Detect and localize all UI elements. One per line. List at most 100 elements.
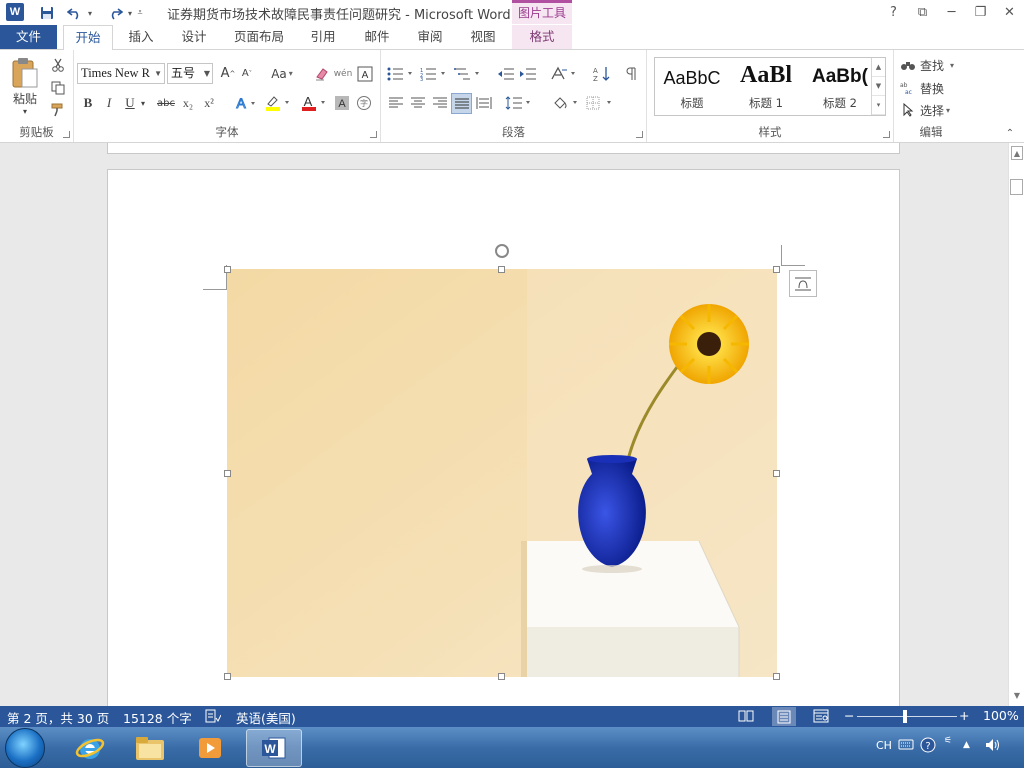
tab-references[interactable]: 引用 xyxy=(301,25,345,49)
shading-icon[interactable] xyxy=(551,93,581,113)
restore-button[interactable]: ❐ xyxy=(966,0,995,25)
close-button[interactable]: ✕ xyxy=(995,0,1024,25)
resize-handle-top[interactable] xyxy=(498,266,505,273)
numbering-icon[interactable]: 123 xyxy=(419,63,449,84)
file-explorer-icon[interactable] xyxy=(122,729,178,767)
paste-icon[interactable] xyxy=(8,56,42,90)
internet-explorer-icon[interactable] xyxy=(62,729,118,767)
align-center-icon[interactable] xyxy=(408,93,428,113)
tab-insert[interactable]: 插入 xyxy=(120,25,162,49)
resize-handle-right[interactable] xyxy=(773,470,780,477)
save-icon[interactable] xyxy=(38,2,56,24)
keyboard-tray-icon[interactable] xyxy=(898,738,914,753)
help-tray-icon[interactable]: ? xyxy=(920,737,936,756)
chinese-layout-icon[interactable] xyxy=(549,63,579,84)
zoom-out-button[interactable]: − xyxy=(844,708,854,723)
word-logo-icon[interactable]: W xyxy=(6,3,24,21)
enclose-characters-icon[interactable]: 字 xyxy=(354,93,374,113)
line-spacing-icon[interactable] xyxy=(504,93,534,113)
resize-handle-bottom[interactable] xyxy=(498,673,505,680)
resize-handle-bottom-right[interactable] xyxy=(773,673,780,680)
word-count[interactable]: 15128 个字 xyxy=(123,708,192,727)
show-paragraph-marks-icon[interactable] xyxy=(621,63,641,84)
character-shading-icon[interactable]: A xyxy=(332,93,352,113)
clear-formatting-icon[interactable] xyxy=(312,63,332,84)
scroll-down-icon[interactable]: ▼ xyxy=(1011,689,1023,703)
styles-dialog-launcher-icon[interactable] xyxy=(883,131,890,138)
format-painter-icon[interactable] xyxy=(48,101,68,119)
resize-handle-top-right[interactable] xyxy=(773,266,780,273)
replace-button[interactable]: ab ac 替换 xyxy=(900,79,966,97)
print-layout-icon[interactable] xyxy=(772,707,796,726)
increase-indent-icon[interactable] xyxy=(517,63,539,84)
collapse-ribbon-icon[interactable]: ⌃ xyxy=(1003,127,1017,139)
style-heading-1[interactable]: AaBl 标题 1 xyxy=(729,58,803,115)
ime-settings-tray-icon[interactable]: ⚟ xyxy=(944,736,952,746)
borders-icon[interactable] xyxy=(585,93,615,113)
cut-icon[interactable] xyxy=(48,56,68,74)
rotate-handle-icon[interactable] xyxy=(495,244,509,258)
customize-qat-icon[interactable]: ⩡ xyxy=(134,2,146,24)
copy-icon[interactable] xyxy=(48,79,68,97)
media-player-icon[interactable] xyxy=(182,729,238,767)
sort-icon[interactable]: AZ xyxy=(591,63,613,84)
redo-icon[interactable] xyxy=(106,2,124,24)
align-right-icon[interactable] xyxy=(430,93,450,113)
phonetic-guide-icon[interactable]: wén xyxy=(333,63,353,84)
start-button-icon[interactable] xyxy=(5,728,45,768)
clipboard-dialog-launcher-icon[interactable] xyxy=(63,131,70,138)
minimize-button[interactable]: ─ xyxy=(937,0,966,25)
distributed-icon[interactable] xyxy=(474,93,494,113)
font-size-combo[interactable]: 五号 ▼ xyxy=(167,63,213,84)
underline-button[interactable]: U xyxy=(121,93,139,113)
tab-review[interactable]: 审阅 xyxy=(408,25,452,49)
resize-handle-bottom-left[interactable] xyxy=(224,673,231,680)
tab-page-layout[interactable]: 页面布局 xyxy=(226,25,292,49)
font-dialog-launcher-icon[interactable] xyxy=(370,131,377,138)
web-layout-icon[interactable] xyxy=(813,709,829,726)
font-size-dropdown-icon[interactable]: ▼ xyxy=(204,64,210,83)
font-name-combo[interactable]: Times New R ▼ xyxy=(77,63,165,84)
undo-dropdown-icon[interactable]: ▾ xyxy=(86,2,94,24)
tab-mailings[interactable]: 邮件 xyxy=(355,25,399,49)
zoom-level[interactable]: 100% xyxy=(983,708,1019,723)
change-case-button[interactable]: Aa ▾ xyxy=(267,63,297,84)
language-indicator[interactable]: 英语(美国) xyxy=(236,708,296,727)
tab-file[interactable]: 文件 xyxy=(0,25,57,49)
selected-picture[interactable] xyxy=(227,269,777,677)
scroll-thumb[interactable] xyxy=(1010,179,1023,195)
align-left-icon[interactable] xyxy=(386,93,406,113)
volume-icon[interactable] xyxy=(984,738,1000,755)
underline-dropdown-icon[interactable]: ▾ xyxy=(139,93,147,113)
proofing-icon[interactable] xyxy=(205,709,222,726)
superscript-button[interactable]: x² xyxy=(200,93,218,113)
tab-view[interactable]: 视图 xyxy=(461,25,505,49)
word-taskbar-icon[interactable]: W xyxy=(246,729,302,767)
ribbon-display-options-button[interactable]: ⧉ xyxy=(908,0,937,25)
find-button[interactable]: 查找 ▾ xyxy=(900,56,966,74)
gallery-scroll-up-icon[interactable]: ▲ xyxy=(872,58,885,77)
paste-button-label[interactable]: 粘贴 xyxy=(8,90,42,106)
bold-button[interactable]: B xyxy=(79,93,97,113)
input-language-indicator[interactable]: CH xyxy=(876,739,892,752)
layout-options-icon[interactable] xyxy=(789,270,817,297)
tab-design[interactable]: 设计 xyxy=(172,25,216,49)
zoom-in-button[interactable]: + xyxy=(959,708,969,723)
character-border-icon[interactable]: A xyxy=(355,63,375,84)
text-highlight-icon[interactable] xyxy=(262,93,292,113)
paragraph-dialog-launcher-icon[interactable] xyxy=(636,131,643,138)
style-heading-2[interactable]: AaBb( 标题 2 xyxy=(803,58,877,115)
style-title[interactable]: AaBbC 标题 xyxy=(655,58,729,115)
scroll-up-icon[interactable]: ▲ xyxy=(1011,146,1023,160)
tab-home[interactable]: 开始 xyxy=(63,25,113,50)
redo-dropdown-icon[interactable]: ▾ xyxy=(126,2,134,24)
vertical-scrollbar[interactable]: ▲ ▼ xyxy=(1008,143,1024,706)
show-hidden-icons-icon[interactable]: ▲ xyxy=(963,740,970,750)
gallery-scroll-down-icon[interactable]: ▼ xyxy=(872,77,885,96)
paste-dropdown-icon[interactable]: ▾ xyxy=(20,106,30,116)
strikethrough-button[interactable]: abc xyxy=(154,93,178,113)
resize-handle-left[interactable] xyxy=(224,470,231,477)
shrink-font-button[interactable]: Aˇ xyxy=(238,63,256,84)
undo-icon[interactable] xyxy=(66,2,84,24)
help-button[interactable]: ? xyxy=(879,0,908,25)
